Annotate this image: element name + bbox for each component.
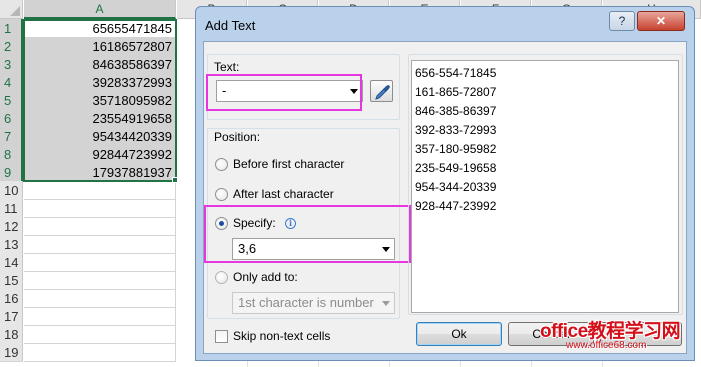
chevron-down-icon — [382, 247, 390, 252]
cell-a9[interactable]: 17937881937 — [24, 163, 176, 182]
preview-line: 392-833-72993 — [415, 123, 497, 137]
cell-a19[interactable] — [24, 343, 176, 362]
cell-a11[interactable] — [24, 199, 176, 218]
dialog-titlebar[interactable]: Add Text ? ✕ — [196, 7, 694, 41]
preview-line: 235-549-19658 — [415, 161, 497, 175]
chevron-down-icon — [350, 89, 358, 94]
select-all-corner[interactable] — [0, 0, 23, 19]
row-header[interactable]: 8 — [0, 145, 23, 164]
after-last-label[interactable]: After last character — [233, 187, 334, 201]
preview-line: 656-554-71845 — [415, 66, 497, 80]
only-add-to-combobox[interactable]: 1st character is number — [232, 292, 395, 314]
row-header[interactable]: 3 — [0, 55, 23, 74]
position-label: Position: — [214, 130, 261, 144]
info-icon[interactable]: i — [285, 218, 296, 229]
row-header[interactable]: 4 — [0, 73, 23, 92]
specify-combobox-value: 3,6 — [238, 241, 257, 256]
specify-combobox[interactable]: 3,6 — [232, 238, 395, 260]
row-header[interactable]: 14 — [0, 253, 23, 272]
chevron-down-icon — [382, 301, 390, 306]
row-header[interactable]: 17 — [0, 307, 23, 326]
preview-line: 357-180-95982 — [415, 142, 497, 156]
specify-radio[interactable] — [215, 217, 228, 230]
preview-line: 846-385-86397 — [415, 104, 497, 118]
specify-label[interactable]: Specify: — [233, 216, 276, 230]
row-header[interactable]: 7 — [0, 127, 23, 146]
text-combobox-value: - — [222, 83, 227, 98]
column-header-a[interactable]: A — [24, 0, 176, 19]
cell-a7[interactable]: 95434420339 — [24, 127, 176, 146]
cell-a8[interactable]: 92844723992 — [24, 145, 176, 164]
preview-line: 161-865-72807 — [415, 85, 497, 99]
cell-a4[interactable]: 39283372993 — [24, 73, 176, 92]
row-header[interactable]: 18 — [0, 325, 23, 344]
cell-a18[interactable] — [24, 325, 176, 344]
cell-a3[interactable]: 84638586397 — [24, 55, 176, 74]
row-header[interactable]: 13 — [0, 235, 23, 254]
text-combobox[interactable]: - — [216, 80, 363, 102]
row-header[interactable]: 2 — [0, 37, 23, 56]
cell-a2[interactable]: 16186572807 — [24, 37, 176, 56]
watermark-url: www.office68.com — [566, 340, 647, 351]
only-add-to-radio[interactable] — [215, 271, 228, 284]
cell-a17[interactable] — [24, 307, 176, 326]
row-header[interactable]: 10 — [0, 181, 23, 200]
add-text-dialog: Add Text ? ✕ Text: - Position: Before fi… — [195, 6, 695, 361]
close-button[interactable]: ✕ — [637, 11, 685, 31]
row-header[interactable]: 12 — [0, 217, 23, 236]
text-label: Text: — [214, 60, 240, 74]
skip-non-text-label[interactable]: Skip non-text cells — [233, 329, 330, 343]
cell-a10[interactable] — [24, 181, 176, 200]
help-button[interactable]: ? — [609, 11, 635, 31]
ok-button[interactable]: Ok — [416, 322, 502, 346]
fill-handle[interactable] — [172, 177, 178, 183]
preview-line: 954-344-20339 — [415, 180, 497, 194]
preview-box: 656-554-71845 161-865-72807 846-385-8639… — [411, 60, 679, 313]
row-header[interactable]: 5 — [0, 91, 23, 110]
cell-a5[interactable]: 35718095982 — [24, 91, 176, 110]
cell-a16[interactable] — [24, 289, 176, 308]
row-header[interactable]: 11 — [0, 199, 23, 218]
skip-non-text-checkbox[interactable] — [215, 330, 228, 343]
row-header[interactable]: 16 — [0, 289, 23, 308]
cell-a14[interactable] — [24, 253, 176, 272]
after-last-radio[interactable] — [215, 188, 228, 201]
only-add-to-label[interactable]: Only add to: — [233, 270, 298, 284]
row-header[interactable]: 6 — [0, 109, 23, 128]
preview-line: 928-447-23992 — [415, 199, 497, 213]
row-header[interactable]: 9 — [0, 163, 23, 182]
dialog-body: Text: - Position: Before first character… — [203, 41, 687, 354]
text-picker-button[interactable] — [370, 80, 393, 102]
before-first-label[interactable]: Before first character — [233, 157, 344, 171]
only-add-to-combobox-value: 1st character is number — [238, 295, 374, 310]
row-header[interactable]: 15 — [0, 271, 23, 290]
cell-a6[interactable]: 23554919658 — [24, 109, 176, 128]
row-header[interactable]: 19 — [0, 343, 23, 362]
watermark-logo: office教程学习网 — [540, 321, 681, 342]
row-header[interactable]: 1 — [0, 19, 23, 38]
cell-a12[interactable] — [24, 217, 176, 236]
before-first-radio[interactable] — [215, 158, 228, 171]
cell-a1[interactable]: 65655471845 — [24, 19, 176, 38]
eyedropper-icon — [375, 85, 390, 100]
dialog-title: Add Text — [205, 18, 256, 33]
cell-a15[interactable] — [24, 271, 176, 290]
cell-a13[interactable] — [24, 235, 176, 254]
